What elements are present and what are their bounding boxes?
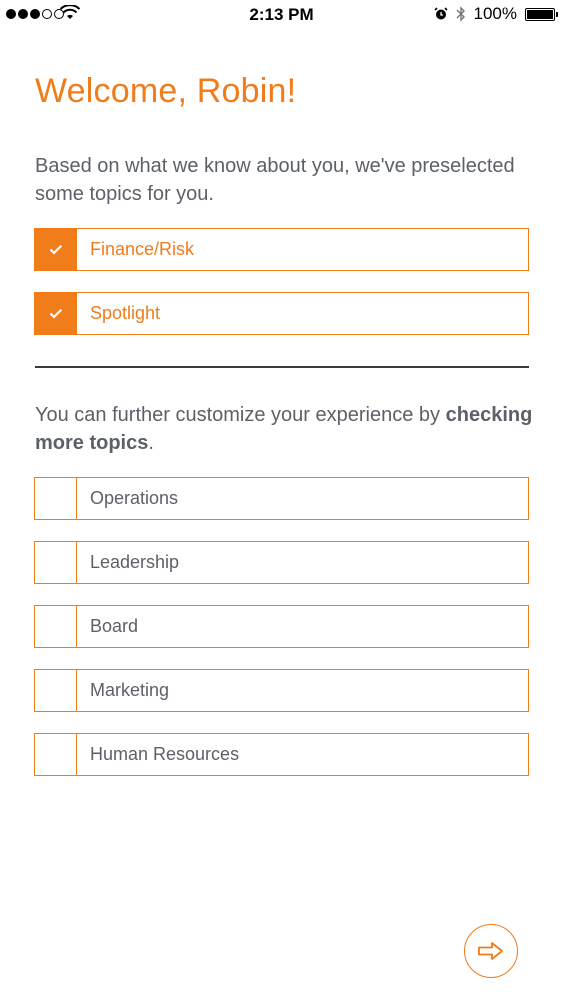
topic-finance-risk[interactable]: Finance/Risk — [34, 228, 529, 271]
topic-label: Operations — [90, 488, 179, 508]
checkmark-icon — [49, 308, 62, 319]
checkbox[interactable] — [35, 734, 77, 775]
topic-operations[interactable]: Operations — [34, 477, 529, 520]
topic-label: Marketing — [90, 680, 170, 700]
battery-percent: 100% — [473, 4, 517, 23]
bluetooth-icon — [456, 6, 465, 22]
topic-spotlight[interactable]: Spotlight — [34, 292, 529, 335]
checkbox[interactable] — [35, 293, 77, 334]
page-title: Welcome, Robin! — [35, 72, 297, 110]
divider — [35, 366, 529, 368]
topic-label: Human Resources — [90, 744, 240, 764]
preselected-topic-list: Finance/Risk Spotlight — [34, 228, 529, 335]
topic-marketing[interactable]: Marketing — [34, 669, 529, 712]
more-topic-list: Operations Leadership Board Marketing Hu… — [34, 477, 529, 776]
topic-leadership[interactable]: Leadership — [34, 541, 529, 584]
topic-label: Finance/Risk — [90, 239, 195, 259]
next-button[interactable] — [464, 924, 518, 978]
checkbox[interactable] — [35, 542, 77, 583]
checkbox[interactable] — [35, 229, 77, 270]
customize-text: You can further customize your experienc… — [35, 404, 533, 454]
intro-text: Based on what we know about you, we've p… — [35, 155, 515, 205]
battery-icon — [525, 7, 558, 21]
checkbox[interactable] — [35, 606, 77, 647]
alarm-icon — [433, 7, 448, 20]
status-bar: 2:13 PM 100% — [0, 0, 563, 30]
checkbox[interactable] — [35, 478, 77, 519]
checkbox[interactable] — [35, 670, 77, 711]
arrow-right-icon — [478, 942, 503, 960]
topic-label: Board — [90, 616, 139, 636]
topic-human-resources[interactable]: Human Resources — [34, 733, 529, 776]
checkmark-icon — [49, 244, 62, 255]
topic-board[interactable]: Board — [34, 605, 529, 648]
topic-label: Spotlight — [90, 303, 161, 323]
topic-label: Leadership — [90, 552, 180, 572]
